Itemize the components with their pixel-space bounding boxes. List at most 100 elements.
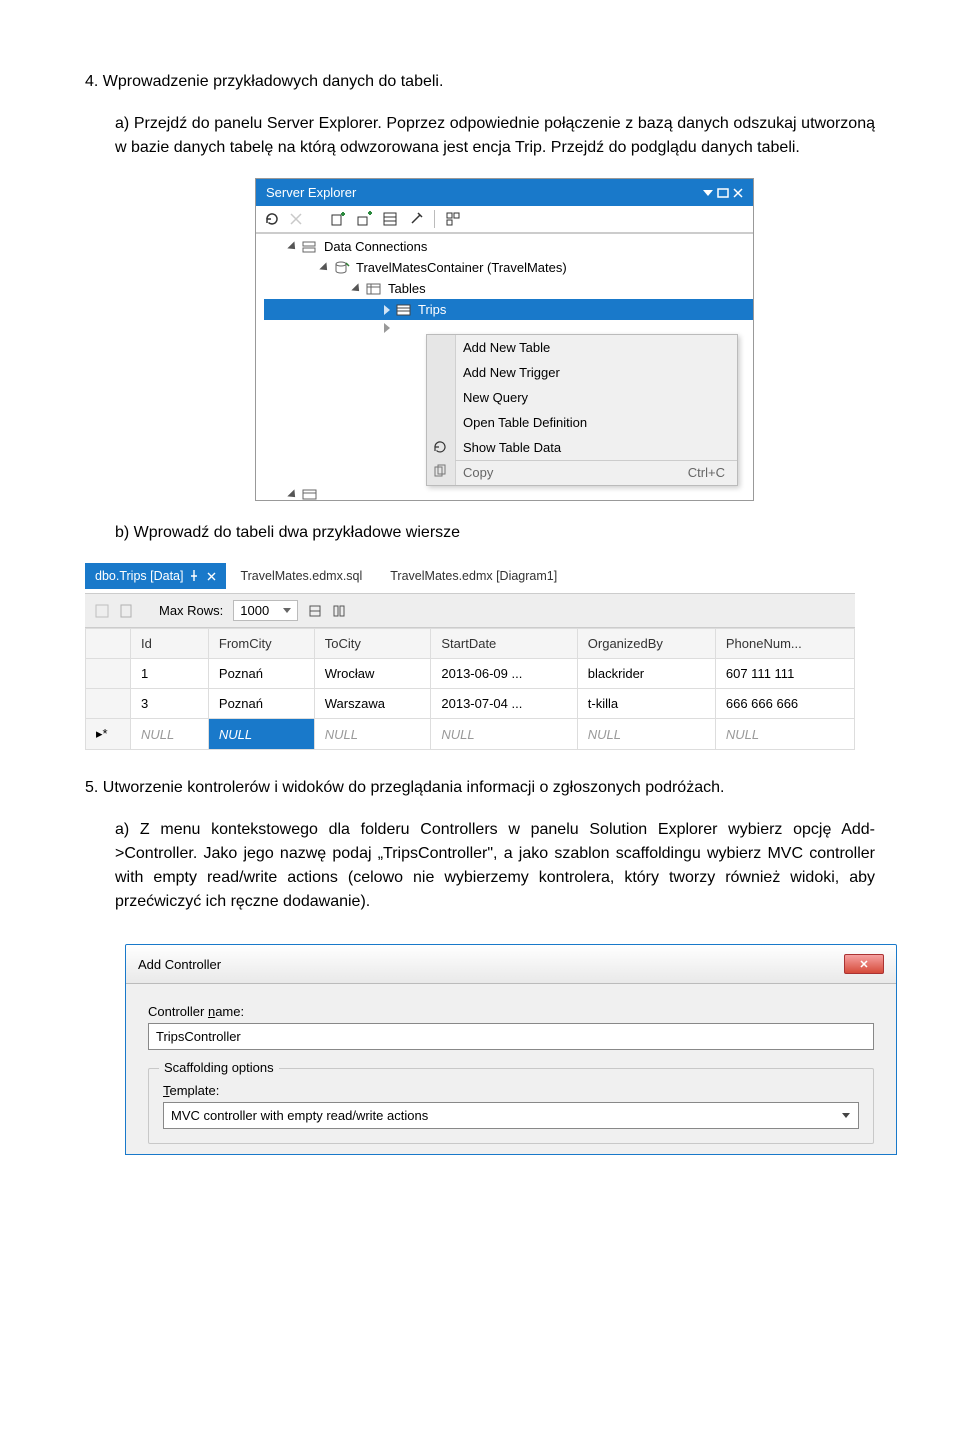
step-4a: a) Przejdź do panelu Server Explorer. Po… (115, 112, 875, 160)
row-selector-new[interactable]: ▸* (86, 719, 131, 750)
close-button[interactable]: ✕ (844, 954, 884, 974)
expand-icon[interactable] (319, 262, 330, 273)
cell[interactable]: 666 666 666 (715, 689, 854, 719)
cell[interactable]: blackrider (577, 659, 715, 689)
add-controller-dialog: Add Controller ✕ Controller name: TripsC… (125, 944, 897, 1155)
tree-data-connections[interactable]: Data Connections (264, 236, 753, 257)
expand-icon[interactable] (287, 489, 298, 500)
ctx-open-definition[interactable]: Open Table Definition (427, 410, 737, 435)
col-fromcity[interactable]: FromCity (208, 629, 314, 659)
cell[interactable]: 3 (131, 689, 209, 719)
ctx-copy[interactable]: CopyCtrl+C (427, 460, 737, 485)
ctx-add-trigger[interactable]: Add New Trigger (427, 360, 737, 385)
expand-icon[interactable] (351, 283, 362, 294)
dialog-titlebar: Add Controller ✕ (126, 945, 896, 984)
col-startdate[interactable]: StartDate (431, 629, 577, 659)
refresh-icon (432, 439, 448, 455)
tree-label: Tables (388, 281, 426, 296)
cell-null[interactable]: NULL (715, 719, 854, 750)
tree-label: Data Connections (324, 239, 427, 254)
close-icon[interactable] (207, 572, 216, 581)
expand-icon[interactable] (384, 305, 390, 315)
folder-icon (302, 488, 318, 500)
maxrows-label: Max Rows: (159, 603, 223, 618)
cell-null[interactable]: NULL (577, 719, 715, 750)
tab-active[interactable]: dbo.Trips [Data] (85, 563, 226, 589)
properties-icon[interactable] (382, 211, 398, 227)
cell[interactable]: 1 (131, 659, 209, 689)
save-icon[interactable] (95, 604, 109, 618)
template-dropdown[interactable]: MVC controller with empty read/write act… (163, 1102, 859, 1129)
script-icon[interactable] (119, 604, 133, 618)
copy-icon (432, 464, 448, 480)
table-row-new[interactable]: ▸* NULL NULL NULL NULL NULL NULL (86, 719, 855, 750)
tree-label: TravelMatesContainer (TravelMates) (356, 260, 567, 275)
cell[interactable]: Poznań (208, 659, 314, 689)
tree-trips[interactable]: Trips (264, 299, 753, 320)
refresh-icon[interactable] (264, 211, 280, 227)
add-server-icon[interactable] (330, 211, 346, 227)
cell[interactable]: 2013-06-09 ... (431, 659, 577, 689)
tool-icon[interactable] (332, 604, 346, 618)
col-organizedby[interactable]: OrganizedBy (577, 629, 715, 659)
cell[interactable]: 607 111 111 (715, 659, 854, 689)
cell[interactable]: Wrocław (314, 659, 431, 689)
row-selector[interactable] (86, 659, 131, 689)
template-label: Template: (163, 1083, 859, 1098)
pin-icon[interactable] (189, 570, 201, 582)
controller-name-label: Controller name: (148, 1004, 874, 1019)
db-connection-icon (334, 261, 350, 275)
cell[interactable]: Poznań (208, 689, 314, 719)
expand-icon[interactable] (384, 323, 390, 333)
section-5-heading: 5. Utworzenie kontrolerów i widoków do p… (85, 776, 875, 800)
tree-connection[interactable]: TravelMatesContainer (TravelMates) (264, 257, 753, 278)
ctx-add-table[interactable]: Add New Table (427, 335, 737, 360)
panel-toolbar (256, 206, 753, 234)
row-selector-header (86, 629, 131, 659)
panel-title: Server Explorer (266, 185, 356, 200)
table-row[interactable]: 1 Poznań Wrocław 2013-06-09 ... blackrid… (86, 659, 855, 689)
folder-tables-icon (366, 283, 382, 295)
server-explorer-panel: Server Explorer Data Connections (255, 178, 754, 501)
section-4-heading: 4. Wprowadzenie przykładowych danych do … (85, 70, 875, 94)
tree-tables[interactable]: Tables (264, 278, 753, 299)
ctx-new-query[interactable]: New Query (427, 385, 737, 410)
table-icon (396, 304, 412, 316)
step-5a: a) Z menu kontekstowego dla folderu Cont… (115, 818, 875, 914)
tool-icon[interactable] (308, 604, 322, 618)
col-id[interactable]: Id (131, 629, 209, 659)
document-tabs: dbo.Trips [Data] TravelMates.edmx.sql Tr… (85, 563, 855, 589)
cell-null[interactable]: NULL (131, 719, 209, 750)
ctx-show-data[interactable]: Show Table Data (427, 435, 737, 460)
col-phonenum[interactable]: PhoneNum... (715, 629, 854, 659)
data-grid: Id FromCity ToCity StartDate OrganizedBy… (85, 628, 855, 750)
close-icon[interactable] (733, 188, 743, 198)
cell-null[interactable]: NULL (431, 719, 577, 750)
dropdown-icon[interactable] (703, 188, 713, 198)
tab-inactive[interactable]: TravelMates.edmx.sql (226, 563, 376, 589)
tree-label: Trips (418, 302, 446, 317)
stop-icon[interactable] (290, 213, 302, 225)
col-tocity[interactable]: ToCity (314, 629, 431, 659)
data-grid-screenshot: dbo.Trips [Data] TravelMates.edmx.sql Tr… (85, 563, 855, 750)
cell-null-selected[interactable]: NULL (208, 719, 314, 750)
cell-null[interactable]: NULL (314, 719, 431, 750)
table-row[interactable]: 3 Poznań Warszawa 2013-07-04 ... t-killa… (86, 689, 855, 719)
connect-icon[interactable] (408, 211, 424, 227)
panel-titlebar: Server Explorer (256, 179, 753, 206)
cell[interactable]: t-killa (577, 689, 715, 719)
maxrows-value: 1000 (240, 603, 269, 618)
row-selector[interactable] (86, 689, 131, 719)
grouping-icon[interactable] (445, 211, 461, 227)
cell[interactable]: 2013-07-04 ... (431, 689, 577, 719)
maxrows-dropdown[interactable]: 1000 (233, 600, 298, 621)
tab-label: dbo.Trips [Data] (95, 569, 183, 583)
tab-inactive[interactable]: TravelMates.edmx [Diagram1] (376, 563, 571, 589)
cell[interactable]: Warszawa (314, 689, 431, 719)
expand-icon[interactable] (287, 241, 298, 252)
step-4b: b) Wprowadź do tabeli dwa przykładowe wi… (115, 521, 875, 545)
window-icon[interactable] (717, 188, 729, 198)
add-connection-icon[interactable] (356, 211, 372, 227)
controller-name-input[interactable]: TripsController (148, 1023, 874, 1050)
scaffolding-group: Scaffolding options Template: MVC contro… (148, 1068, 874, 1144)
